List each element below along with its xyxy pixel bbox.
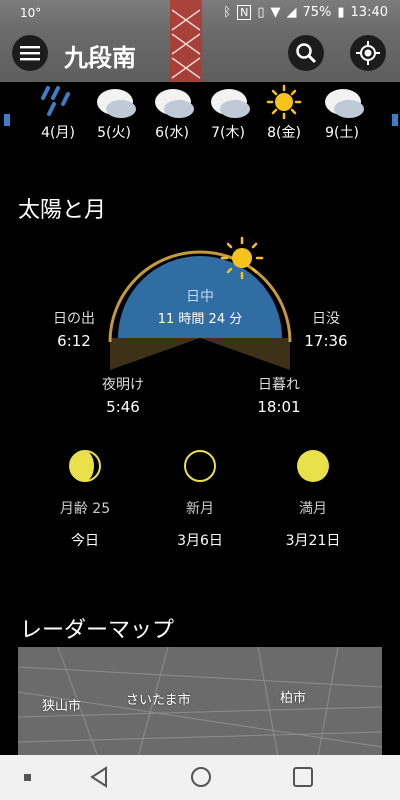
gps-locate-icon [356, 41, 380, 65]
rain-icon [41, 86, 70, 116]
moon-phase-date: 3月6日 [177, 533, 223, 549]
search-button[interactable] [288, 35, 324, 71]
sunset-info: 日没 17:36 [296, 308, 356, 350]
sun-moon-title: 太陽と月 [18, 198, 107, 223]
forecast-day-label: 5(火) [97, 125, 131, 141]
moon-phase-date: 3月21日 [285, 533, 341, 549]
twilight-band [110, 338, 290, 370]
overview-icon[interactable] [292, 766, 314, 788]
forecast-day[interactable]: 4(月) [30, 84, 86, 141]
forecast-day-label: 4(月) [41, 125, 75, 141]
moon-phase-new: 新月 3月6日 [145, 448, 255, 550]
forecast-day[interactable]: 5(火) [86, 84, 142, 141]
sun-icon [266, 84, 302, 120]
cloud-icon [97, 89, 136, 118]
sunrise-label: 日の出 [53, 311, 95, 327]
forecast-day-label: 8(金) [267, 125, 301, 141]
dusk-info: 日暮れ 18:01 [244, 374, 314, 416]
forecast-day-label: 9(土) [325, 125, 359, 141]
recent-dot-icon[interactable] [24, 774, 32, 782]
map-label-sayama: 狭山市 [42, 699, 82, 714]
moon-phase-today: 月齢 25 今日 [30, 448, 140, 550]
radar-map[interactable]: 狭山市 さいたま市 柏市 [18, 647, 382, 757]
cloud-icon [211, 89, 250, 118]
status-bar: 10° ᛒ N ▯ ▼ ◢ 75% ▮ 13:40 [0, 0, 400, 28]
status-time: 13:40 [350, 5, 388, 20]
forecast-day[interactable]: 7(木) [200, 84, 256, 141]
moon-phase-name: 月齢 25 [59, 501, 111, 517]
battery-icon: ▮ [337, 5, 345, 20]
dusk-time: 18:01 [257, 398, 301, 416]
moon-phase-name: 満月 [299, 501, 327, 517]
radar-title: レーダーマップ [20, 618, 175, 643]
daily-forecast-strip[interactable]: 4(月) 5(火) 6(水) 7(木) 8(金) 9(土) [0, 84, 400, 154]
map-label-saitama: さいたま市 [126, 693, 191, 708]
forecast-day[interactable]: 9(土) [314, 84, 370, 141]
system-nav-bar [0, 755, 400, 800]
map-label-kashiwa: 柏市 [280, 691, 307, 706]
dawn-time: 5:46 [106, 398, 140, 416]
dawn-info: 夜明け 5:46 [88, 374, 158, 416]
signal-icon: ◢ [286, 5, 297, 20]
nfc-icon: N [237, 5, 252, 20]
search-icon [296, 43, 317, 64]
forecast-day[interactable]: 8(金) [256, 84, 312, 141]
sunset-label: 日没 [312, 311, 340, 327]
cloud-icon [325, 89, 364, 118]
hamburger-menu-icon [20, 46, 40, 61]
wifi-icon: ▼ [270, 5, 281, 20]
locate-button[interactable] [350, 35, 386, 71]
back-icon[interactable] [88, 766, 110, 788]
moon-phase-name: 新月 [186, 501, 214, 517]
new-moon-icon [184, 450, 216, 482]
dawn-label: 夜明け [102, 377, 144, 393]
forecast-day-label: 6(水) [155, 125, 189, 141]
dusk-label: 日暮れ [258, 377, 300, 393]
cloud-icon [155, 89, 194, 118]
moon-phase-date: 今日 [71, 533, 99, 549]
battery-level: 75% [302, 5, 332, 20]
partial-day-right [392, 114, 398, 126]
moon-phase-full: 満月 3月21日 [258, 448, 368, 550]
forecast-day-label: 7(木) [211, 125, 245, 141]
full-moon-icon [297, 450, 329, 482]
sunrise-info: 日の出 6:12 [44, 308, 104, 350]
vibrate-icon: ▯ [257, 5, 265, 20]
sunrise-time: 6:12 [57, 332, 91, 350]
waning-moon-icon [69, 450, 101, 482]
bluetooth-icon: ᛒ [223, 5, 232, 20]
location-title[interactable]: 九段南 [64, 38, 136, 73]
menu-button[interactable] [12, 35, 48, 71]
sun-position-icon [220, 236, 264, 280]
status-temperature: 10° [20, 6, 42, 20]
sunset-time: 17:36 [304, 332, 348, 350]
home-icon[interactable] [190, 766, 212, 788]
daylight-label: 日中 [186, 289, 214, 305]
forecast-day[interactable]: 6(水) [144, 84, 200, 141]
daylight-duration: 11 時間 24 分 [157, 312, 243, 327]
partial-day-left [4, 114, 10, 126]
